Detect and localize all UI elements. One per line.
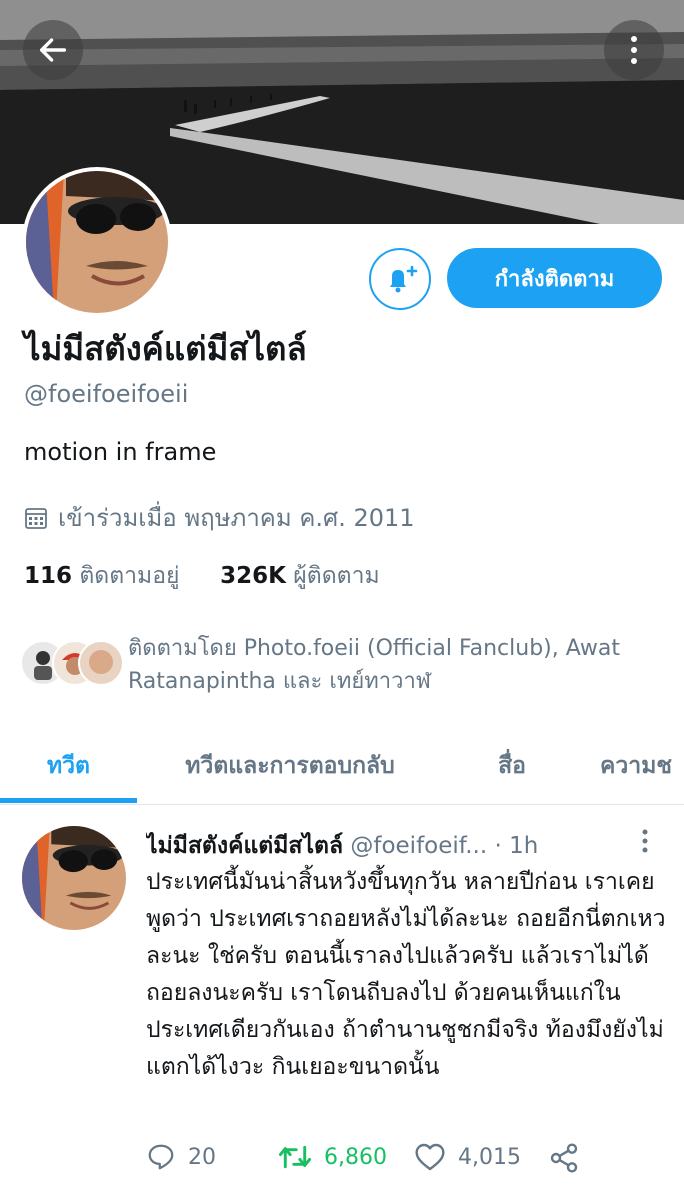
tweet-author-avatar[interactable]: [22, 826, 126, 930]
reply-icon: [148, 1144, 174, 1170]
profile-bio: motion in frame: [24, 438, 217, 466]
followers-label: ผู้ติดตาม: [293, 563, 380, 589]
following-button[interactable]: กำลังติดตาม: [447, 248, 662, 308]
reply-button[interactable]: 20: [146, 1142, 216, 1172]
tweet-actions: 20 6,860 4,015: [146, 1142, 666, 1186]
bell-plus-icon: [390, 265, 418, 293]
followers-link[interactable]: 326K ผู้ติดตาม: [220, 563, 380, 589]
profile-avatar[interactable]: [22, 167, 172, 317]
profile-tabs: ทวีต ทวีตและการตอบกลับ สื่อ ความช: [0, 730, 684, 805]
avatar-image: [26, 171, 168, 313]
follow-stats: 116 ติดตามอยู่ 326K ผู้ติดตาม: [24, 558, 380, 594]
joined-text: เข้าร่วมเมื่อ พฤษภาคม ค.ศ. 2011: [58, 504, 415, 532]
tweet-more-button[interactable]: [640, 828, 650, 860]
back-button[interactable]: [23, 20, 83, 80]
profile-handle: @foeifoeifoeii: [24, 380, 189, 408]
notification-bell-button[interactable]: [369, 248, 431, 310]
reply-count: 20: [188, 1144, 216, 1170]
share-button[interactable]: [548, 1142, 580, 1174]
calendar-icon: [25, 507, 47, 529]
tweet-text: ประเทศนี้มันน่าสิ้นหวังขึ้นทุกวัน หลายปี…: [146, 869, 666, 1080]
more-vertical-icon: [642, 829, 648, 853]
active-tab-indicator: [0, 798, 137, 803]
more-options-button[interactable]: [604, 20, 664, 80]
followed-by-avatars[interactable]: [20, 640, 124, 688]
retweet-icon: [278, 1145, 312, 1169]
following-label: ติดตามอยู่: [79, 563, 180, 589]
tweet-timestamp[interactable]: · 1h: [494, 833, 538, 859]
following-count: 116: [24, 563, 73, 589]
like-count: 4,015: [458, 1144, 521, 1170]
like-button[interactable]: 4,015: [414, 1142, 521, 1172]
heart-icon: [415, 1143, 445, 1171]
followers-count: 326K: [220, 563, 286, 589]
retweet-button[interactable]: 6,860: [278, 1142, 387, 1172]
tab-likes[interactable]: ความช: [600, 730, 684, 802]
tab-media[interactable]: สื่อ: [470, 730, 554, 802]
retweet-count: 6,860: [324, 1144, 387, 1170]
more-vertical-icon: [631, 36, 637, 64]
follower-avatar: [78, 640, 124, 686]
tweet-header: ไม่มีสตังค์แต่มีสไตล์ @foeifoeif... · 1h: [146, 828, 626, 864]
tab-tweets-and-replies[interactable]: ทวีตและการตอบกลับ: [150, 730, 430, 802]
share-icon: [550, 1143, 578, 1173]
avatar-image: [22, 826, 126, 930]
followed-by-text[interactable]: ติดตามโดย Photo.foeii (Official Fanclub)…: [128, 632, 668, 698]
profile-name: ไม่มีสตังค์แต่มีสไตล์: [24, 329, 307, 368]
arrow-left-icon: [39, 38, 67, 62]
tweet-author-handle[interactable]: @foeifoeif...: [350, 833, 487, 859]
tab-tweets[interactable]: ทวีต: [0, 730, 137, 802]
joined-date: เข้าร่วมเมื่อ พฤษภาคม ค.ศ. 2011: [24, 498, 415, 537]
tweet-author-name[interactable]: ไม่มีสตังค์แต่มีสไตล์: [146, 833, 343, 859]
following-link[interactable]: 116 ติดตามอยู่: [24, 563, 180, 589]
